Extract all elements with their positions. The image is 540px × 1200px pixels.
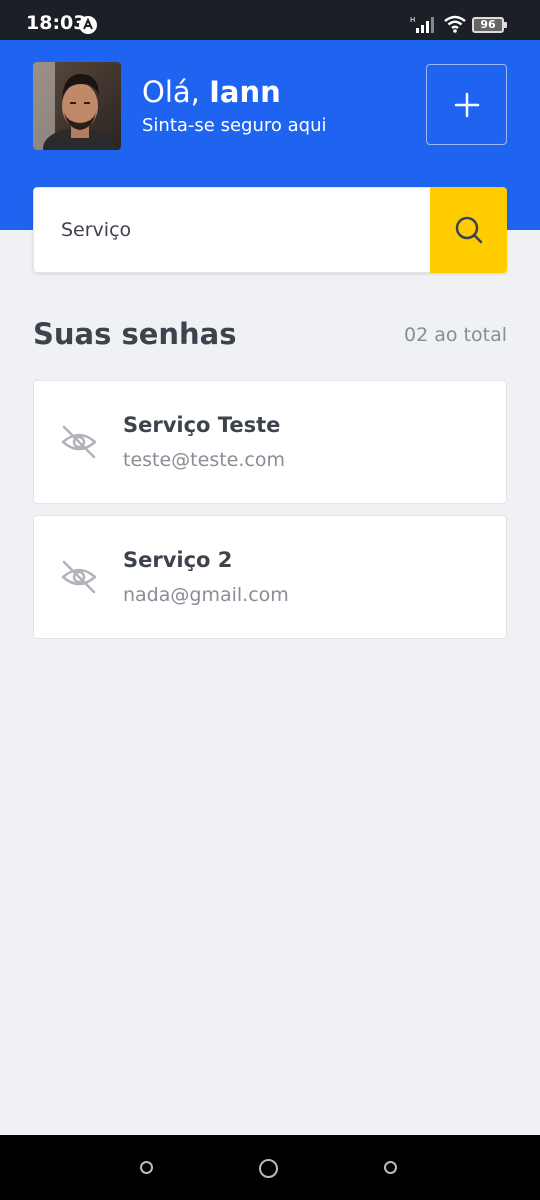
search-bar bbox=[33, 187, 507, 273]
plus-icon bbox=[454, 92, 479, 117]
avatar-photo bbox=[33, 62, 121, 150]
battery-icon: 96 bbox=[472, 17, 508, 33]
recent-apps-button[interactable] bbox=[140, 1161, 153, 1174]
battery-level: 96 bbox=[480, 18, 496, 31]
password-card[interactable]: Serviço 2 nada@gmail.com bbox=[33, 515, 507, 639]
card-email: nada@gmail.com bbox=[123, 584, 289, 606]
password-count: 02 ao total bbox=[404, 324, 507, 346]
password-card[interactable]: Serviço Teste teste@teste.com bbox=[33, 380, 507, 504]
add-password-button[interactable] bbox=[426, 64, 507, 145]
eye-off-icon[interactable] bbox=[60, 558, 98, 596]
app-notification-icon bbox=[79, 16, 97, 34]
back-button[interactable] bbox=[384, 1161, 397, 1174]
home-button[interactable] bbox=[259, 1159, 278, 1178]
card-service-name: Serviço 2 bbox=[123, 548, 233, 572]
user-name: Iann bbox=[209, 75, 281, 109]
search-input[interactable] bbox=[33, 187, 430, 273]
search-icon bbox=[455, 216, 482, 244]
status-time: 18:03 bbox=[26, 12, 87, 34]
section-title: Suas senhas bbox=[33, 317, 237, 351]
eye-off-icon[interactable] bbox=[60, 423, 98, 461]
search-button[interactable] bbox=[430, 187, 507, 273]
card-service-name: Serviço Teste bbox=[123, 413, 281, 437]
greeting: Olá, Iann bbox=[142, 74, 281, 110]
card-email: teste@teste.com bbox=[123, 449, 285, 471]
wifi-icon bbox=[444, 15, 466, 33]
navigation-bar bbox=[0, 1135, 540, 1200]
avatar bbox=[33, 62, 121, 150]
greeting-prefix: Olá, bbox=[142, 75, 200, 109]
greeting-subtitle: Sinta-se seguro aqui bbox=[142, 115, 327, 136]
network-type-label: H bbox=[410, 16, 415, 24]
signal-icon: H bbox=[410, 16, 434, 33]
status-bar: 18:03 H 96 bbox=[0, 0, 540, 40]
